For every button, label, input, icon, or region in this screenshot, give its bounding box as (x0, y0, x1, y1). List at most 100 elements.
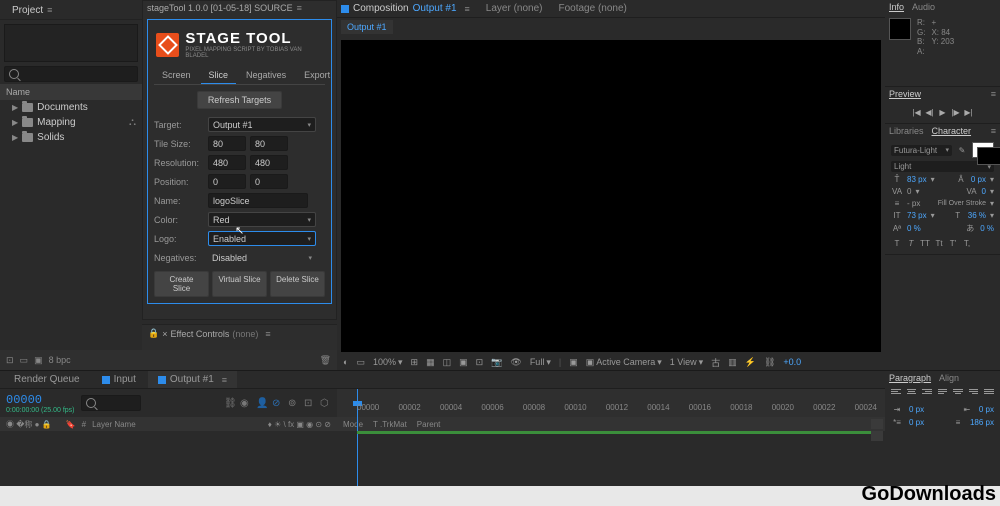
font-size-value[interactable]: 83 px (907, 175, 927, 184)
grid-button[interactable]: ⊞ (411, 357, 419, 368)
output-flowchart-tab[interactable]: Output #1 (341, 20, 393, 34)
justify-all-button[interactable] (984, 389, 994, 401)
first-frame-button[interactable]: |◀ (912, 107, 922, 117)
next-frame-button[interactable]: |▶ (951, 107, 961, 117)
align-center-button[interactable] (907, 389, 917, 401)
eyedropper-icon[interactable]: ✎ (956, 146, 968, 155)
project-item-mapping[interactable]: ▶Mapping⛬ (0, 115, 142, 130)
color-select[interactable]: Red▾ (208, 212, 316, 227)
align-left-button[interactable] (891, 389, 901, 401)
project-name-header[interactable]: Name (0, 84, 142, 100)
small-caps-button[interactable]: Tt (933, 238, 945, 250)
project-item-documents[interactable]: ▶Documents (0, 100, 142, 115)
toggle-switches-button[interactable] (871, 431, 883, 441)
justify-last-center-button[interactable] (953, 389, 963, 401)
faux-italic-button[interactable]: T (905, 238, 917, 250)
tile-width-input[interactable] (208, 136, 246, 151)
motion-blur-button[interactable]: ⊚ (288, 398, 299, 409)
audio-tab[interactable]: Audio (912, 2, 935, 12)
target-select[interactable]: Output #1▾ (208, 117, 316, 132)
tab-export[interactable]: Export (296, 67, 338, 84)
layer-tab[interactable]: Layer (none) (486, 2, 543, 15)
project-dropzone[interactable] (4, 24, 138, 62)
all-caps-button[interactable]: TT (919, 238, 931, 250)
project-item-solids[interactable]: ▶Solids (0, 130, 142, 145)
virtual-slice-button[interactable]: Virtual Slice (212, 271, 267, 297)
close-icon[interactable]: ≡ (222, 375, 227, 385)
trash-button[interactable]: 🗑 (320, 355, 331, 366)
justify-last-right-button[interactable] (969, 389, 979, 401)
tab-slice[interactable]: Slice (201, 67, 237, 84)
current-time[interactable]: 00000 (6, 393, 75, 407)
bpc-button[interactable]: 8 bpc (49, 355, 71, 365)
fast-preview-button[interactable]: ⚡ (745, 357, 756, 368)
align-tab[interactable]: Align (939, 373, 959, 383)
timeline-tracks[interactable] (357, 431, 877, 437)
name-input[interactable] (208, 193, 308, 208)
resolution-select[interactable]: Full ▾ (530, 357, 551, 368)
last-frame-button[interactable]: ▶| (964, 107, 974, 117)
new-folder-button[interactable]: ▭ (20, 355, 29, 366)
res-width-input[interactable] (208, 155, 246, 170)
exposure-value[interactable]: +0.0 (783, 357, 801, 367)
interpret-button[interactable]: ⊡ (6, 355, 14, 366)
delete-slice-button[interactable]: Delete Slice (270, 271, 325, 297)
panel-menu-icon[interactable]: ≡ (297, 3, 302, 13)
zoom-select[interactable]: 100% ▾ (373, 357, 403, 368)
close-icon[interactable]: ≡ (47, 5, 52, 15)
leading-value[interactable]: 0 px (971, 175, 986, 184)
panel-menu-icon[interactable]: ≡ (991, 89, 996, 99)
negatives-select[interactable]: Disabled▾ (208, 250, 316, 265)
pixel-aspect-button[interactable]: ▥ (728, 357, 737, 368)
res-height-input[interactable] (250, 155, 288, 170)
effect-controls-tab[interactable]: 🔒 × Effect Controls (none) ≡ (142, 325, 337, 342)
tab-negatives[interactable]: Negatives (238, 67, 294, 84)
create-slice-button[interactable]: Create Slice (154, 271, 209, 297)
brainstorm-button[interactable]: ⬡ (320, 398, 331, 409)
align-right-button[interactable] (922, 389, 932, 401)
pos-x-input[interactable] (208, 174, 246, 189)
hscale-value[interactable]: 36 % (968, 211, 986, 220)
timeline-button[interactable]: ⛓ (764, 357, 775, 368)
character-tab[interactable]: Character (932, 126, 972, 136)
fill-stroke-order[interactable]: Fill Over Stroke (938, 200, 986, 207)
frame-blend-button[interactable]: ⊘ (272, 398, 283, 409)
comp-marker-button[interactable] (871, 419, 883, 429)
view-options-button[interactable]: 古 (711, 356, 720, 369)
render-queue-tab[interactable]: Render Queue (4, 371, 90, 388)
input-tab[interactable]: Input (92, 371, 146, 388)
output-tab[interactable]: Output #1≡ (148, 371, 237, 388)
tile-height-input[interactable] (250, 136, 288, 151)
project-search[interactable] (4, 66, 138, 82)
space-after-value[interactable]: 186 px (970, 418, 994, 427)
prev-frame-button[interactable]: ◀| (925, 107, 935, 117)
baseline-value[interactable]: 0 % (907, 224, 921, 233)
guides-button[interactable]: ▦ (426, 357, 435, 368)
graph-button[interactable]: ⊡ (304, 398, 315, 409)
tsume-value[interactable]: 0 % (980, 224, 994, 233)
shy-button[interactable]: 👤 (256, 398, 267, 409)
view-select[interactable]: 1 View ▾ (670, 357, 703, 368)
new-comp-button[interactable]: ▣ (34, 355, 43, 366)
refresh-targets-button[interactable]: Refresh Targets (197, 91, 282, 109)
channel-button[interactable]: ▭ (356, 357, 365, 368)
kerning-value[interactable]: 0 (907, 187, 911, 196)
snapshot-button[interactable]: 📷 (491, 357, 502, 368)
tab-screen[interactable]: Screen (154, 67, 199, 84)
tracking-value[interactable]: 0 (982, 187, 986, 196)
superscript-button[interactable]: T' (947, 238, 959, 250)
roi-button[interactable]: ▣ (569, 357, 578, 368)
comp-mini-flowchart-button[interactable]: ⛓ (224, 398, 235, 409)
panel-menu-icon[interactable]: ≡ (991, 126, 996, 136)
time-ruler[interactable]: 0000000002000040000600008000100001200014… (337, 389, 885, 417)
indent-left-value[interactable]: 0 px (909, 405, 924, 414)
lock-icon[interactable]: 🔒 (148, 328, 159, 339)
space-before-value[interactable]: 0 px (909, 418, 924, 427)
project-tab[interactable]: Project≡ (4, 2, 60, 19)
mask-button[interactable]: ◫ (443, 357, 452, 368)
timeline-search[interactable] (81, 395, 141, 411)
subscript-button[interactable]: T, (961, 238, 973, 250)
play-button[interactable]: ▶ (938, 107, 948, 117)
fill-stroke-swatch[interactable] (972, 142, 994, 158)
justify-last-left-button[interactable] (938, 389, 948, 401)
